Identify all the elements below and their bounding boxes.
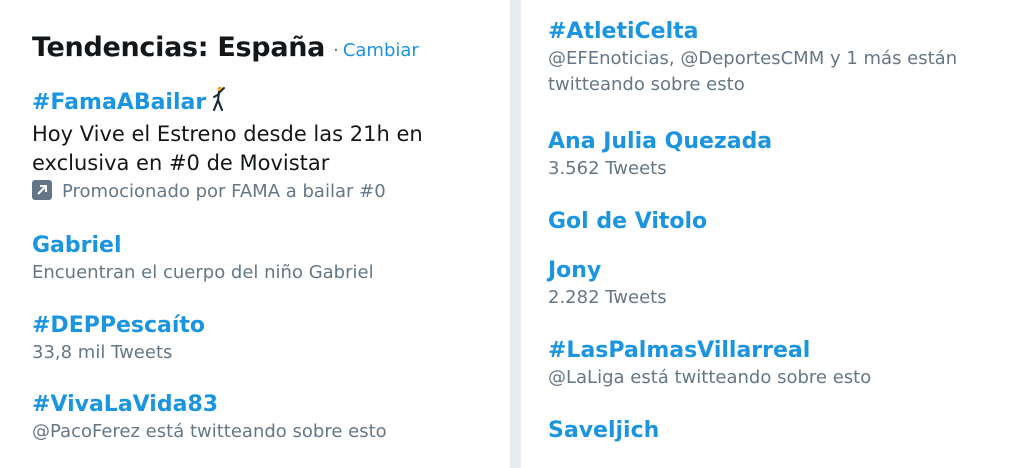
trend-item[interactable]: #LasPalmasVillarreal @LaLiga está twitte… xyxy=(548,337,871,391)
trends-panel-right: #AtletiCelta @EFEnoticias, @DeportesCMM … xyxy=(521,0,1024,468)
trend-item[interactable]: #AtletiCelta @EFEnoticias, @DeportesCMM … xyxy=(548,18,998,98)
dancer-icon xyxy=(208,86,228,120)
trend-name[interactable]: Gol de Vitolo xyxy=(548,208,707,236)
trend-meta: Encuentran el cuerpo del niño Gabriel xyxy=(32,262,374,283)
trends-panel-left: Tendencias: España · Cambiar #FamaABailar … xyxy=(0,0,510,468)
trend-item-promoted[interactable]: #FamaABailar Hoy Vive el Estreno desde l… xyxy=(32,86,472,205)
trend-item[interactable]: Jony 2.282 Tweets xyxy=(548,257,667,311)
trend-name[interactable]: Saveljich xyxy=(548,417,659,445)
trend-meta: 3.562 Tweets xyxy=(548,158,667,179)
trend-meta: @PacoFerez está twitteando sobre esto xyxy=(32,421,387,442)
trend-item[interactable]: Ana Julia Quezada 3.562 Tweets xyxy=(548,128,772,182)
trend-name[interactable]: #AtletiCelta xyxy=(548,18,998,46)
promoted-label: Promocionado por FAMA a bailar #0 xyxy=(32,179,472,205)
promoted-arrow-icon xyxy=(32,180,52,200)
trends-title: Tendencias: España xyxy=(32,32,326,63)
header-separator: · xyxy=(333,40,339,61)
trend-meta: @LaLiga está twitteando sobre esto xyxy=(548,367,872,388)
trend-name[interactable]: Ana Julia Quezada xyxy=(548,128,772,156)
trend-name[interactable]: #VivaLaVida83 xyxy=(32,391,387,419)
trends-page: Tendencias: España · Cambiar #FamaABailar … xyxy=(0,0,1024,468)
trend-meta: 33,8 mil Tweets xyxy=(32,342,173,363)
trend-name[interactable]: #DEPPescaíto xyxy=(32,312,205,340)
trend-name[interactable]: #LasPalmasVillarreal xyxy=(548,337,871,365)
change-location-link[interactable]: Cambiar xyxy=(343,40,419,61)
trend-item[interactable]: Saveljich xyxy=(548,417,659,445)
trend-name[interactable]: #FamaABailar xyxy=(32,86,472,120)
trend-meta: 2.282 Tweets xyxy=(548,287,667,308)
trend-item[interactable]: Gabriel Encuentran el cuerpo del niño Ga… xyxy=(32,232,374,286)
trends-header: Tendencias: España · Cambiar xyxy=(32,32,419,63)
trend-item[interactable]: Gol de Vitolo xyxy=(548,208,707,236)
trend-item[interactable]: #VivaLaVida83 @PacoFerez está twitteando… xyxy=(32,391,387,445)
trend-item[interactable]: #DEPPescaíto 33,8 mil Tweets xyxy=(32,312,205,366)
trend-name[interactable]: Jony xyxy=(548,257,667,285)
trend-meta: @EFEnoticias, @DeportesCMM y 1 más están… xyxy=(548,48,958,95)
trend-description: Hoy Vive el Estreno desde las 21h en exc… xyxy=(32,122,423,175)
trend-name[interactable]: Gabriel xyxy=(32,232,374,260)
